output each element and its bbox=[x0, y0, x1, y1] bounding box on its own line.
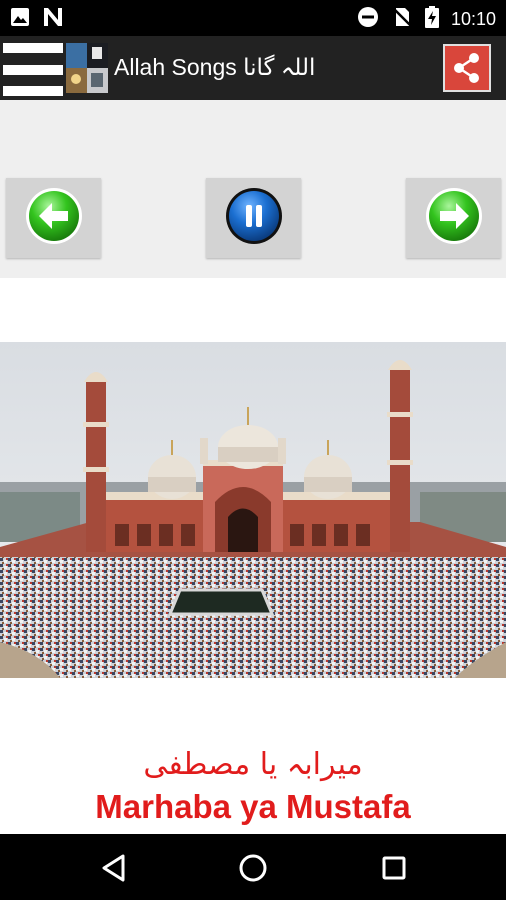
app-thumbnail bbox=[66, 43, 108, 93]
clock: 10:10 bbox=[450, 9, 496, 29]
app-title: Allah Songs اللہ گانا bbox=[114, 54, 316, 80]
home-icon[interactable] bbox=[233, 848, 273, 888]
menu-line bbox=[3, 40, 63, 53]
song-title: Marhaba ya Mustafa bbox=[95, 788, 411, 825]
pause-icon bbox=[225, 187, 283, 250]
menu-line bbox=[3, 83, 63, 96]
song-title-urdu: میرابہ یا مصطفی bbox=[143, 747, 363, 782]
recents-icon[interactable] bbox=[374, 848, 414, 888]
share-icon[interactable] bbox=[443, 44, 491, 92]
back-arrow-icon bbox=[25, 187, 83, 250]
battery-charging-icon bbox=[424, 6, 439, 33]
status-bar: 10:10 bbox=[0, 0, 506, 36]
image-icon bbox=[10, 7, 30, 32]
menu-icon[interactable] bbox=[3, 40, 63, 96]
player-controls bbox=[0, 100, 506, 278]
previous-button[interactable] bbox=[6, 178, 101, 258]
menu-line bbox=[3, 61, 63, 75]
forward-arrow-icon bbox=[425, 187, 483, 250]
do-not-disturb-icon bbox=[357, 6, 379, 33]
navigation-bar bbox=[0, 834, 506, 900]
next-button[interactable] bbox=[406, 178, 501, 258]
mosque-image bbox=[0, 342, 506, 678]
back-icon[interactable] bbox=[94, 848, 134, 888]
no-sim-icon bbox=[391, 6, 413, 33]
n-icon bbox=[42, 6, 64, 33]
app-bar: Allah Songs اللہ گانا bbox=[0, 36, 506, 100]
pause-button[interactable] bbox=[206, 178, 301, 258]
